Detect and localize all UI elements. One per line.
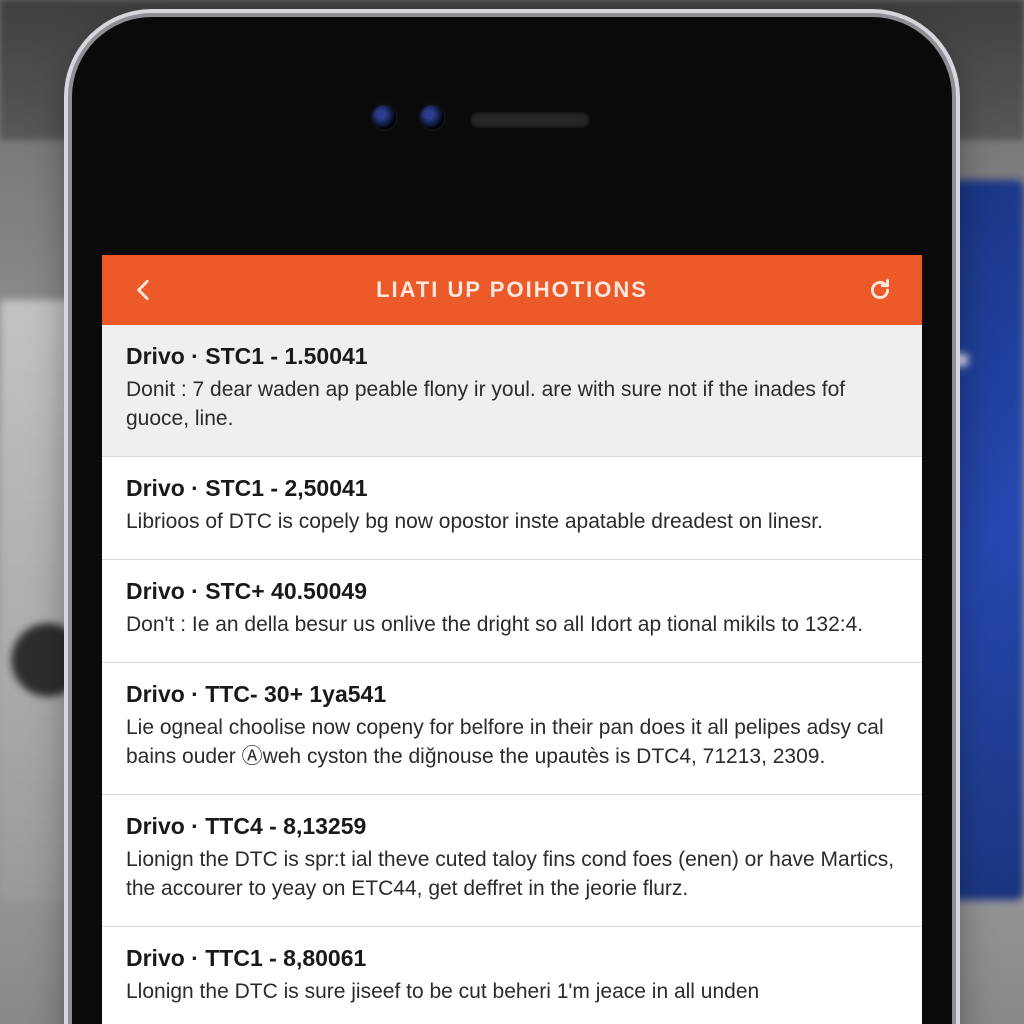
- code-description: Librioos of DTC is copely bg now opostor…: [126, 508, 898, 537]
- earpiece-speaker: [470, 112, 590, 128]
- code-title: Drivo · TTC1 - 8,80061: [126, 945, 898, 972]
- front-camera-icon: [372, 105, 396, 129]
- code-title: Drivo · STC1 - 1.50041: [126, 343, 898, 370]
- list-item[interactable]: Drivo · TTC- 30+ 1ya541 Lie ogneal chool…: [102, 663, 922, 795]
- code-description: Lionign the DTC is spr:t ial theve cuted…: [126, 846, 898, 904]
- diagnostic-code-list[interactable]: Drivo · STC1 - 1.50041 Donit : 7 dear wa…: [102, 325, 922, 1024]
- code-description: Lie ogneal choolise now copeny for belfo…: [126, 714, 898, 772]
- back-button[interactable]: [124, 270, 164, 310]
- page-title: LIATI UP POIHOTIONS: [164, 277, 860, 303]
- list-item[interactable]: Drivo · TTC1 - 8,80061 Llonign the DTC i…: [102, 927, 922, 1024]
- code-title: Drivo · TTC4 - 8,13259: [126, 813, 898, 840]
- list-item[interactable]: Drivo · STC+ 40.50049 Don't : Ie an dell…: [102, 560, 922, 663]
- phone-frame: LIATI UP POIHOTIONS Drivo · STC1 - 1.500…: [72, 17, 952, 1024]
- code-title: Drivo · TTC- 30+ 1ya541: [126, 681, 898, 708]
- code-description: Don't : Ie an della besur us onlive the …: [126, 611, 898, 640]
- code-description: Donit : 7 dear waden ap peable flony ir …: [126, 376, 898, 434]
- phone-screen: LIATI UP POIHOTIONS Drivo · STC1 - 1.500…: [102, 255, 922, 1024]
- list-item[interactable]: Drivo · STC1 - 2,50041 Librioos of DTC i…: [102, 457, 922, 560]
- app-header: LIATI UP POIHOTIONS: [102, 255, 922, 325]
- sensor-icon: [420, 105, 444, 129]
- refresh-button[interactable]: [860, 270, 900, 310]
- chevron-left-icon: [131, 277, 157, 303]
- list-item[interactable]: Drivo · TTC4 - 8,13259 Lionign the DTC i…: [102, 795, 922, 927]
- code-title: Drivo · STC+ 40.50049: [126, 578, 898, 605]
- code-title: Drivo · STC1 - 2,50041: [126, 475, 898, 502]
- code-description: Llonign the DTC is sure jiseef to be cut…: [126, 978, 898, 1007]
- refresh-icon: [867, 277, 893, 303]
- phone-top-bezel: [72, 17, 952, 255]
- list-item[interactable]: Drivo · STC1 - 1.50041 Donit : 7 dear wa…: [102, 325, 922, 457]
